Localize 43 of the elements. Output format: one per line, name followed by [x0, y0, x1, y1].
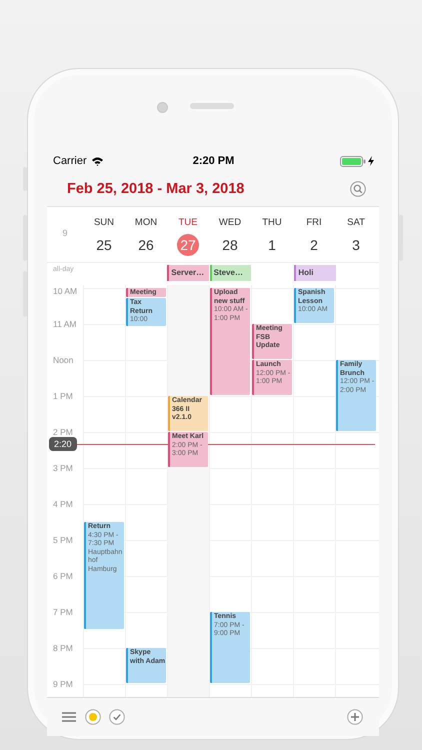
date-number[interactable]: 3 — [345, 234, 367, 256]
date-number[interactable]: 2 — [303, 234, 325, 256]
search-icon[interactable] — [350, 180, 366, 196]
date-range-title: Feb 25, 2018 - Mar 3, 2018 — [67, 180, 244, 196]
add-icon[interactable] — [347, 709, 363, 725]
hour-label: 10 AM — [53, 285, 78, 297]
carrier-name: Carrier — [53, 155, 87, 167]
hour-label: 4 PM — [53, 498, 73, 510]
menu-icon[interactable] — [61, 711, 77, 723]
charging-icon — [368, 156, 374, 166]
date-number[interactable]: 26 — [135, 234, 157, 256]
hour-label: 8 PM — [53, 642, 73, 654]
hour-label: Noon — [53, 354, 74, 366]
battery-icon — [340, 156, 366, 166]
weekday-label: MON — [134, 217, 158, 228]
current-time-badge: 2:20 — [49, 437, 77, 451]
hour-label: 7 PM — [53, 606, 73, 618]
hour-label: 2 PM — [53, 426, 73, 438]
weekday-label: FRI — [306, 217, 322, 228]
date-number[interactable]: 25 — [93, 234, 115, 256]
week-number: 9 — [62, 228, 68, 238]
checkmark-icon[interactable] — [109, 709, 125, 725]
date-number[interactable]: 28 — [219, 234, 241, 256]
status-time: 2:20 PM — [192, 155, 234, 167]
date-number[interactable]: 1 — [261, 234, 283, 256]
hour-label: 5 PM — [53, 534, 73, 546]
weekday-label: WED — [218, 217, 242, 228]
weekday-label: SUN — [94, 217, 114, 228]
weekday-label: SAT — [347, 217, 365, 228]
speaker-slot — [190, 103, 234, 109]
hour-label: 1 PM — [53, 390, 73, 402]
weekday-label: THU — [262, 217, 282, 228]
weekday-label: TUE — [178, 217, 198, 228]
hour-label: 9 PM — [53, 678, 73, 690]
dot-icon[interactable] — [85, 709, 101, 725]
hour-label: 11 AM — [53, 318, 76, 330]
all-day-event[interactable]: Steve… — [210, 265, 251, 281]
all-day-event[interactable]: Holi — [294, 265, 336, 281]
wifi-icon — [90, 156, 104, 166]
hour-label: 3 PM — [53, 462, 73, 474]
all-day-event[interactable]: Server… — [167, 265, 209, 281]
camera-dot — [157, 102, 168, 113]
hour-label: 6 PM — [53, 570, 73, 582]
